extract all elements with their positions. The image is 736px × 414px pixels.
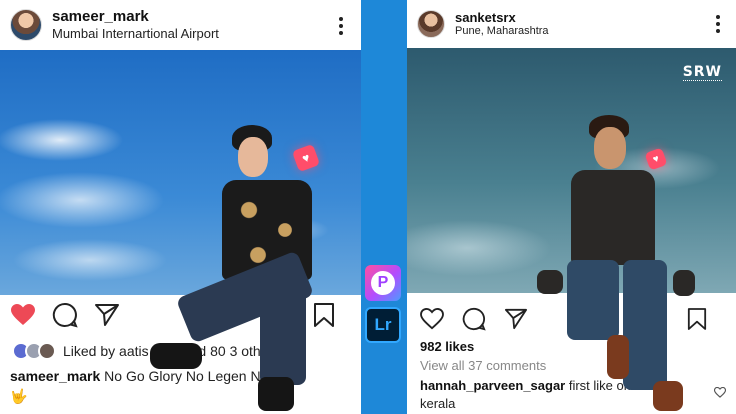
avatar[interactable] [10, 9, 42, 41]
person-figure [537, 115, 697, 414]
picsart-app-icon[interactable]: P [365, 265, 401, 301]
comment-like-icon[interactable] [713, 385, 727, 403]
post-header: sameer_mark Mumbai Internartional Airpor… [0, 0, 361, 50]
caption-emoji: 🤟 [10, 388, 28, 404]
likes-count[interactable]: 982 likes [420, 339, 474, 354]
comment-icon[interactable] [461, 306, 487, 332]
left-post: sameer_mark Mumbai Internartional Airpor… [0, 0, 361, 414]
caption-username[interactable]: sameer_mark [10, 368, 100, 384]
watermark-logo: SRW [682, 64, 722, 81]
post-header: sanketsrx Pune, Maharashtra [407, 0, 736, 48]
view-comments-link[interactable]: View all 37 comments [420, 358, 546, 373]
person-figure [150, 125, 340, 414]
liker-avatar [38, 342, 56, 360]
comment-icon[interactable] [52, 302, 78, 328]
post-username[interactable]: sanketsrx [455, 10, 549, 26]
right-post: sanketsrx Pune, Maharashtra SRW ♥ 982 li… [407, 0, 736, 414]
avatar[interactable] [417, 10, 445, 38]
like-heart-icon[interactable] [10, 302, 36, 328]
lightroom-app-icon[interactable]: Lr [365, 307, 401, 343]
share-icon[interactable] [503, 306, 529, 332]
share-icon[interactable] [94, 302, 120, 328]
more-options-icon[interactable] [716, 15, 720, 33]
post-username[interactable]: sameer_mark [52, 8, 219, 26]
post-location[interactable]: Pune, Maharashtra [455, 25, 549, 38]
post-location[interactable]: Mumbai Internartional Airport [52, 26, 219, 42]
more-options-icon[interactable] [339, 17, 343, 35]
like-heart-icon[interactable] [419, 306, 445, 332]
